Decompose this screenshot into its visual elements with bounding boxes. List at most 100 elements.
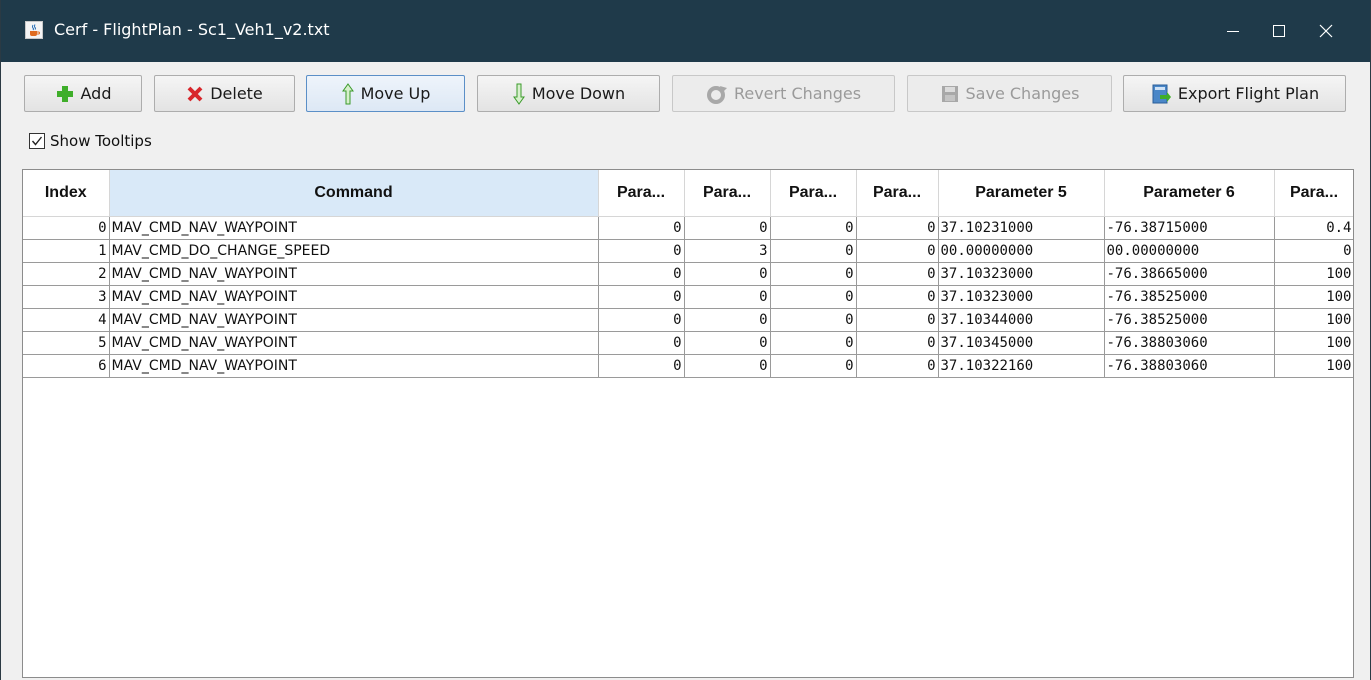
table-row[interactable]: 5 MAV_CMD_NAV_WAYPOINT 0 0 0 0 37.10345000 -76.… bbox=[23, 331, 1353, 355]
cell-param1[interactable]: 0 bbox=[598, 216, 685, 240]
column-header-param6[interactable]: Parameter 6 bbox=[1104, 170, 1275, 217]
show-tooltips-checkbox[interactable] bbox=[29, 133, 45, 149]
cell-param2[interactable]: 0 bbox=[684, 308, 771, 332]
cell-index[interactable]: 6 bbox=[23, 354, 110, 378]
cell-param5[interactable]: 37.10344000 bbox=[938, 308, 1105, 332]
cell-param1[interactable]: 0 bbox=[598, 262, 685, 286]
cell-index[interactable]: 3 bbox=[23, 285, 110, 309]
title-bar[interactable]: Cerf - FlightPlan - Sc1_Veh1_v2.txt bbox=[1, 0, 1370, 62]
column-header-index[interactable]: Index bbox=[23, 170, 110, 217]
cell-command[interactable]: MAV_CMD_NAV_WAYPOINT bbox=[109, 354, 599, 378]
cell-param1[interactable]: 0 bbox=[598, 285, 685, 309]
cell-param3[interactable]: 0 bbox=[770, 216, 857, 240]
maximize-button[interactable] bbox=[1256, 0, 1302, 62]
move-up-button[interactable]: Move Up bbox=[306, 75, 465, 112]
cell-param1[interactable]: 0 bbox=[598, 239, 685, 263]
cell-command[interactable]: MAV_CMD_NAV_WAYPOINT bbox=[109, 285, 599, 309]
cell-param6[interactable]: -76.38665000 bbox=[1104, 262, 1275, 286]
close-button[interactable] bbox=[1303, 0, 1349, 62]
cell-param6[interactable]: -76.38525000 bbox=[1104, 308, 1275, 332]
table-row[interactable]: 1 MAV_CMD_DO_CHANGE_SPEED 0 3 0 0 00.00000000 0… bbox=[23, 239, 1353, 263]
cell-param3[interactable]: 0 bbox=[770, 331, 857, 355]
table-row[interactable]: 4 MAV_CMD_NAV_WAYPOINT 0 0 0 0 37.10344000 -76.… bbox=[23, 308, 1353, 332]
column-header-param2[interactable]: Para... bbox=[684, 170, 771, 217]
cell-param6[interactable]: -76.38803060 bbox=[1104, 331, 1275, 355]
plus-icon bbox=[55, 84, 75, 104]
window-title: Cerf - FlightPlan - Sc1_Veh1_v2.txt bbox=[54, 20, 330, 39]
column-header-param5[interactable]: Parameter 5 bbox=[938, 170, 1105, 217]
delete-button[interactable]: Delete bbox=[154, 75, 295, 112]
minimize-button[interactable] bbox=[1210, 0, 1256, 62]
cell-param7[interactable]: 0.4 bbox=[1274, 216, 1353, 240]
cell-param7[interactable]: 100 bbox=[1274, 308, 1353, 332]
cell-param7[interactable]: 100 bbox=[1274, 354, 1353, 378]
cell-param2[interactable]: 3 bbox=[684, 239, 771, 263]
add-button[interactable]: Add bbox=[24, 75, 142, 112]
cell-param7[interactable]: 100 bbox=[1274, 262, 1353, 286]
show-tooltips-option[interactable]: Show Tooltips bbox=[29, 131, 152, 151]
cell-param7[interactable]: 100 bbox=[1274, 331, 1353, 355]
cell-param4[interactable]: 0 bbox=[856, 239, 939, 263]
cell-param5[interactable]: 00.00000000 bbox=[938, 239, 1105, 263]
cell-param6[interactable]: -76.38525000 bbox=[1104, 285, 1275, 309]
cell-param3[interactable]: 0 bbox=[770, 308, 857, 332]
cell-param2[interactable]: 0 bbox=[684, 354, 771, 378]
cell-command[interactable]: MAV_CMD_NAV_WAYPOINT bbox=[109, 216, 599, 240]
column-header-param3[interactable]: Para... bbox=[770, 170, 857, 217]
column-header-param4[interactable]: Para... bbox=[856, 170, 939, 217]
cell-param6[interactable]: -76.38803060 bbox=[1104, 354, 1275, 378]
cell-command[interactable]: MAV_CMD_DO_CHANGE_SPEED bbox=[109, 239, 599, 263]
export-flight-plan-button[interactable]: Export Flight Plan bbox=[1123, 75, 1346, 112]
cell-param3[interactable]: 0 bbox=[770, 354, 857, 378]
cell-param7[interactable]: 100 bbox=[1274, 285, 1353, 309]
cell-param2[interactable]: 0 bbox=[684, 331, 771, 355]
move-down-button[interactable]: Move Down bbox=[477, 75, 660, 112]
table-row[interactable]: 3 MAV_CMD_NAV_WAYPOINT 0 0 0 0 37.10323000 -76.… bbox=[23, 285, 1353, 309]
cell-index[interactable]: 2 bbox=[23, 262, 110, 286]
cell-param1[interactable]: 0 bbox=[598, 331, 685, 355]
column-header-param1[interactable]: Para... bbox=[598, 170, 685, 217]
cell-param2[interactable]: 0 bbox=[684, 285, 771, 309]
cell-command[interactable]: MAV_CMD_NAV_WAYPOINT bbox=[109, 308, 599, 332]
cell-param2[interactable]: 0 bbox=[684, 216, 771, 240]
save-changes-button[interactable]: Save Changes bbox=[907, 75, 1112, 112]
delete-button-label: Delete bbox=[210, 84, 263, 103]
cell-param4[interactable]: 0 bbox=[856, 354, 939, 378]
table-row[interactable]: 2 MAV_CMD_NAV_WAYPOINT 0 0 0 0 37.10323000 -76.… bbox=[23, 262, 1353, 286]
cell-param4[interactable]: 0 bbox=[856, 285, 939, 309]
cell-param6[interactable]: -76.38715000 bbox=[1104, 216, 1275, 240]
cell-param4[interactable]: 0 bbox=[856, 262, 939, 286]
cell-param3[interactable]: 0 bbox=[770, 285, 857, 309]
red-x-icon bbox=[186, 85, 204, 103]
minimize-icon bbox=[1227, 31, 1239, 32]
cell-param3[interactable]: 0 bbox=[770, 239, 857, 263]
cell-param5[interactable]: 37.10322160 bbox=[938, 354, 1105, 378]
table-row[interactable]: 6 MAV_CMD_NAV_WAYPOINT 0 0 0 0 37.10322160 -76.… bbox=[23, 354, 1353, 378]
cell-index[interactable]: 1 bbox=[23, 239, 110, 263]
cell-param5[interactable]: 37.10323000 bbox=[938, 285, 1105, 309]
column-header-command[interactable]: Command bbox=[109, 170, 599, 217]
cell-param4[interactable]: 0 bbox=[856, 308, 939, 332]
cell-index[interactable]: 4 bbox=[23, 308, 110, 332]
cell-param3[interactable]: 0 bbox=[770, 262, 857, 286]
table-row[interactable]: 0 MAV_CMD_NAV_WAYPOINT 0 0 0 0 37.10231000 -76.… bbox=[23, 216, 1353, 240]
column-header-param7[interactable]: Para... bbox=[1274, 170, 1353, 217]
cell-command[interactable]: MAV_CMD_NAV_WAYPOINT bbox=[109, 262, 599, 286]
export-icon bbox=[1150, 83, 1172, 105]
cell-param5[interactable]: 37.10231000 bbox=[938, 216, 1105, 240]
cell-index[interactable]: 5 bbox=[23, 331, 110, 355]
flight-plan-table[interactable]: Index Command Para... Para... Para... Pa… bbox=[22, 169, 1354, 678]
cell-param4[interactable]: 0 bbox=[856, 331, 939, 355]
cell-param2[interactable]: 0 bbox=[684, 262, 771, 286]
cell-param1[interactable]: 0 bbox=[598, 354, 685, 378]
cell-command[interactable]: MAV_CMD_NAV_WAYPOINT bbox=[109, 331, 599, 355]
cell-param5[interactable]: 37.10345000 bbox=[938, 331, 1105, 355]
cell-param5[interactable]: 37.10323000 bbox=[938, 262, 1105, 286]
revert-changes-button[interactable]: Revert Changes bbox=[672, 75, 895, 112]
cell-param7[interactable]: 0 bbox=[1274, 239, 1353, 263]
cell-param6[interactable]: 00.00000000 bbox=[1104, 239, 1275, 263]
move-up-button-label: Move Up bbox=[360, 84, 431, 103]
cell-index[interactable]: 0 bbox=[23, 216, 110, 240]
cell-param1[interactable]: 0 bbox=[598, 308, 685, 332]
cell-param4[interactable]: 0 bbox=[856, 216, 939, 240]
